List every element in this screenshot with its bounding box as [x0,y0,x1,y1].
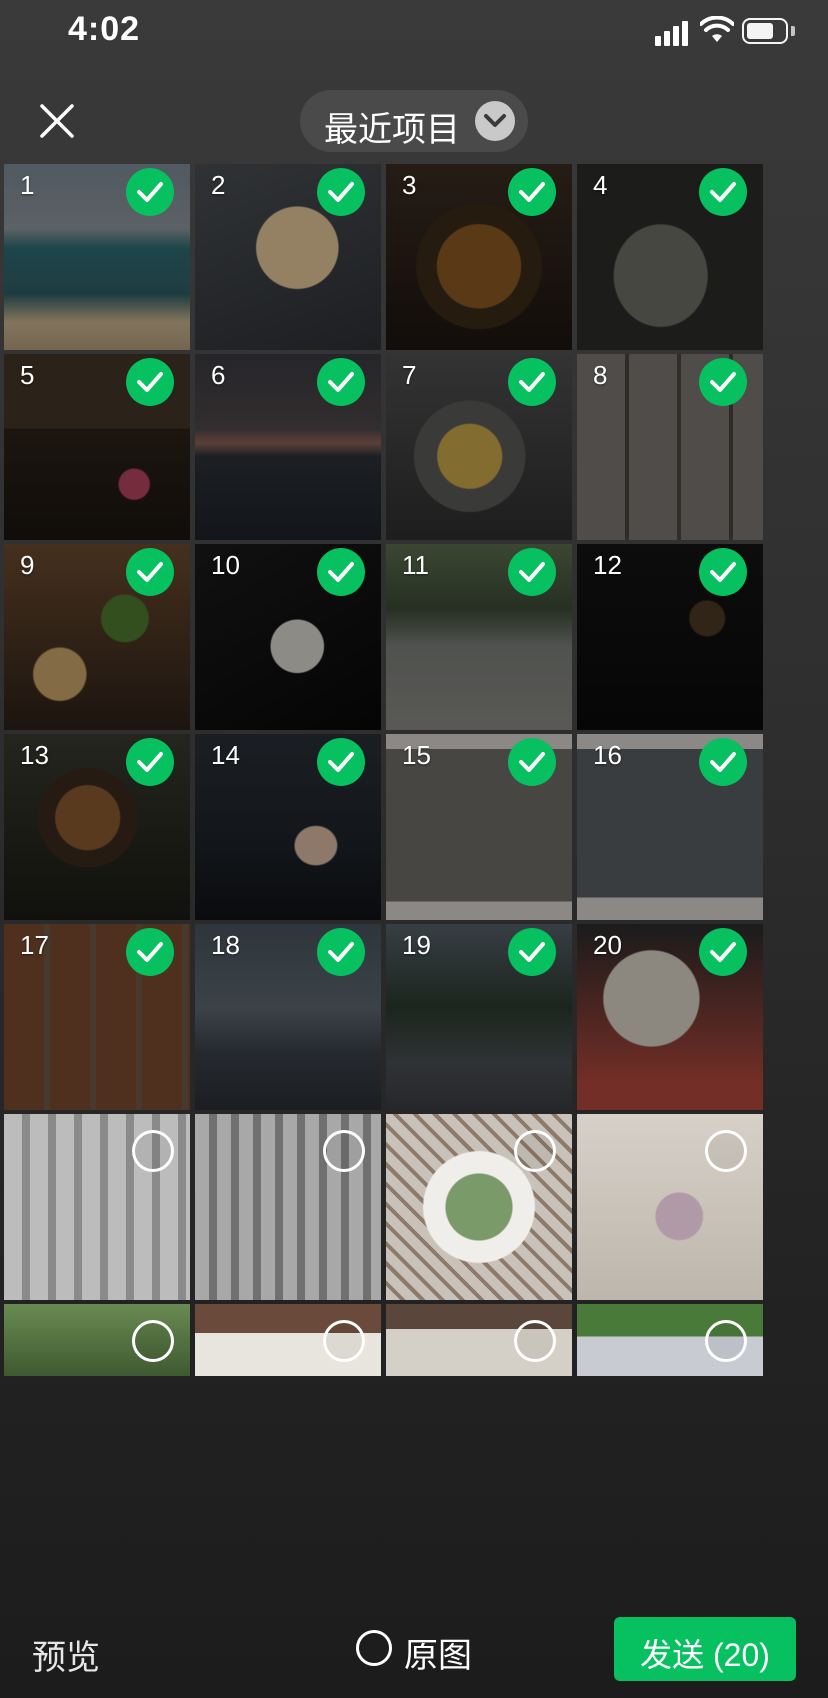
selection-number: 8 [593,360,608,390]
checkmark-selected-icon[interactable] [317,548,365,596]
album-selector[interactable]: 最近项目 [300,90,528,152]
checkmark-selected-icon[interactable] [508,738,556,786]
checkmark-selected-icon[interactable] [699,928,747,976]
send-button[interactable]: 发送 (20) [614,1617,796,1681]
selection-number: 7 [402,360,417,390]
photo-thumbnail[interactable]: 11 [386,544,572,730]
photo-thumbnail[interactable]: 18 [195,924,381,1110]
selection-number: 5 [20,360,35,390]
photo-thumbnail[interactable]: 15 [386,734,572,920]
select-circle-icon[interactable] [705,1130,747,1172]
photo-thumbnail[interactable]: 14 [195,734,381,920]
selection-number: 2 [211,170,226,200]
photo-thumbnail[interactable] [4,1114,190,1300]
selection-number: 6 [211,360,226,390]
checkmark-selected-icon[interactable] [317,738,365,786]
wifi-icon [700,16,734,42]
battery-tip [791,26,795,36]
photo-thumbnail[interactable]: 16 [577,734,763,920]
preview-button[interactable]: 预览 [32,1630,100,1679]
selection-number: 16 [593,740,622,770]
chevron-down-icon [475,101,515,141]
select-circle-icon[interactable] [514,1130,556,1172]
photo-thumbnail[interactable] [577,1114,763,1300]
checkmark-selected-icon[interactable] [699,738,747,786]
checkmark-selected-icon[interactable] [508,358,556,406]
checkmark-selected-icon[interactable] [508,928,556,976]
photo-thumbnail[interactable]: 19 [386,924,572,1110]
close-icon [40,104,74,138]
close-button[interactable] [34,98,80,144]
checkmark-selected-icon[interactable] [508,168,556,216]
photo-thumbnail[interactable]: 12 [577,544,763,730]
selection-number: 10 [211,550,240,580]
selection-number: 18 [211,930,240,960]
checkmark-selected-icon[interactable] [126,358,174,406]
photo-thumbnail[interactable]: 10 [195,544,381,730]
select-circle-icon[interactable] [132,1320,174,1362]
photo-thumbnail[interactable] [195,1304,381,1376]
photo-thumbnail[interactable]: 20 [577,924,763,1110]
photo-grid: 1 2 3 4 5 6 7 8 9 10 11 12 13 14 15 16 17 18 19 20 [4,164,828,1464]
photo-thumbnail[interactable] [4,1304,190,1376]
checkmark-selected-icon[interactable] [699,548,747,596]
selection-number: 4 [593,170,608,200]
select-circle-icon[interactable] [323,1320,365,1362]
select-circle-icon[interactable] [323,1130,365,1172]
photo-thumbnail[interactable]: 7 [386,354,572,540]
photo-thumbnail[interactable]: 4 [577,164,763,350]
photo-thumbnail[interactable]: 9 [4,544,190,730]
select-circle-icon[interactable] [705,1320,747,1362]
radio-circle-icon [356,1630,392,1666]
status-bar: 4:02 [0,0,828,64]
selection-number: 15 [402,740,431,770]
selection-number: 17 [20,930,49,960]
checkmark-selected-icon[interactable] [126,168,174,216]
photo-thumbnail[interactable]: 13 [4,734,190,920]
select-circle-icon[interactable] [514,1320,556,1362]
bottom-toolbar: 预览 原图 发送 (20) [0,1600,828,1698]
album-title: 最近项目 [324,111,460,149]
checkmark-selected-icon[interactable] [317,928,365,976]
photo-thumbnail[interactable]: 3 [386,164,572,350]
photo-thumbnail[interactable] [577,1304,763,1376]
selection-number: 14 [211,740,240,770]
select-circle-icon[interactable] [132,1130,174,1172]
photo-thumbnail[interactable] [386,1304,572,1376]
photo-thumbnail[interactable]: 2 [195,164,381,350]
selection-number: 20 [593,930,622,960]
selection-number: 12 [593,550,622,580]
battery-icon [742,18,788,44]
photo-thumbnail[interactable]: 8 [577,354,763,540]
status-time: 4:02 [68,10,141,48]
photo-thumbnail[interactable]: 5 [4,354,190,540]
checkmark-selected-icon[interactable] [699,358,747,406]
original-image-label: 原图 [404,1637,472,1675]
checkmark-selected-icon[interactable] [126,928,174,976]
selection-number: 19 [402,930,431,960]
checkmark-selected-icon[interactable] [508,548,556,596]
picker-header: 最近项目 [0,80,828,162]
photo-thumbnail[interactable]: 17 [4,924,190,1110]
send-button-label: 发送 (20) [640,1637,770,1673]
selection-number: 9 [20,550,35,580]
checkmark-selected-icon[interactable] [317,168,365,216]
checkmark-selected-icon[interactable] [317,358,365,406]
photo-thumbnail[interactable]: 6 [195,354,381,540]
cellular-signal-icon [655,20,689,46]
photo-thumbnail[interactable] [386,1114,572,1300]
checkmark-selected-icon[interactable] [126,738,174,786]
selection-number: 11 [402,550,429,580]
checkmark-selected-icon[interactable] [126,548,174,596]
selection-number: 3 [402,170,417,200]
photo-thumbnail[interactable]: 1 [4,164,190,350]
selection-number: 13 [20,740,49,770]
photo-thumbnail[interactable] [195,1114,381,1300]
selection-number: 1 [20,170,35,200]
checkmark-selected-icon[interactable] [699,168,747,216]
